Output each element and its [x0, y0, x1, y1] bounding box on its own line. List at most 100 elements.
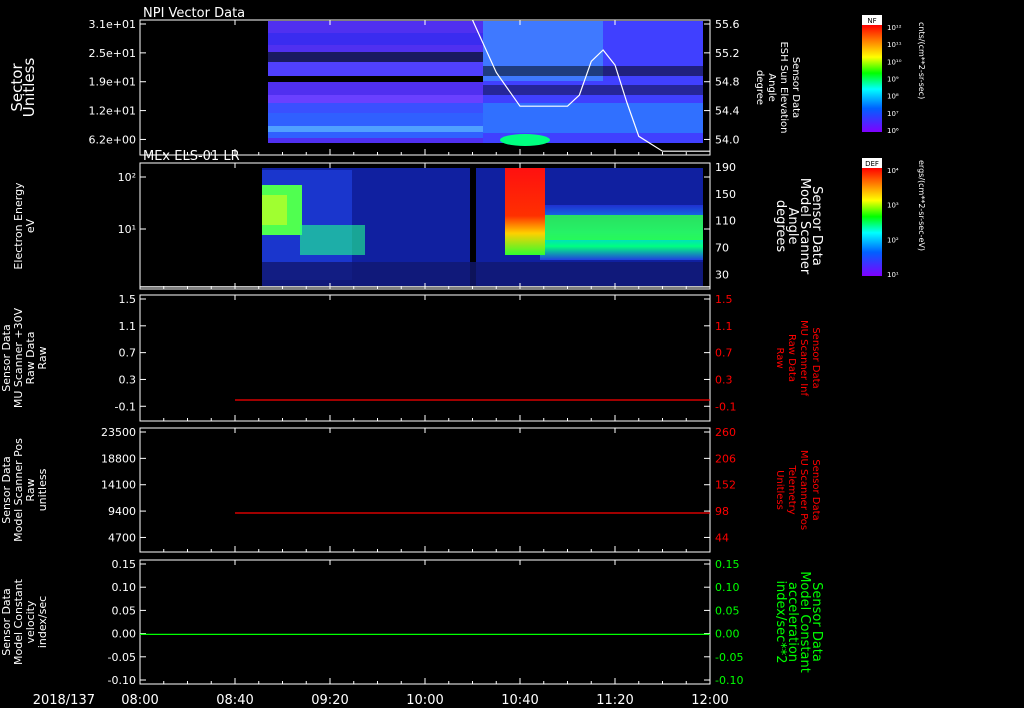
right-axis-label: Sensor DataModel ScannerAngledegrees — [773, 178, 824, 275]
right-axis-label-line: Sensor Data — [810, 327, 821, 388]
panel-frame — [139, 427, 711, 553]
panel-frame — [139, 294, 711, 422]
y-tick-label-right: 44 — [715, 531, 729, 544]
right-axis-label: Sensor DataMU Scanner PosTelemetryUnitle… — [774, 450, 821, 530]
left-axis-label: SectorUnitless — [8, 58, 38, 118]
y-tick-label-right: -0.05 — [715, 651, 743, 664]
y-tick-label-right: 0.7 — [715, 347, 733, 360]
y-tick-label-right: 1.1 — [715, 320, 733, 333]
x-tick-label: 10:40 — [501, 693, 538, 708]
x-tick-label: 08:40 — [216, 693, 253, 708]
date-label: 2018/137 — [33, 693, 95, 708]
panel-title: MEx ELS-01 LR — [143, 149, 240, 164]
y-tick-label-left: -0.1 — [115, 400, 136, 413]
y-tick-label-right: -0.10 — [715, 674, 743, 687]
y-tick-label-right: 30 — [715, 268, 729, 281]
colorbar-tick-label: 10¹ — [887, 271, 899, 279]
colorbar-tick-label: 10⁷ — [887, 110, 899, 118]
colorbar-tick-label: 10⁴ — [887, 167, 899, 175]
colorbar-tick-label: 10³ — [887, 202, 899, 210]
left-axis-label-line: eV — [24, 218, 37, 233]
x-tick-label: 08:00 — [121, 693, 158, 708]
y-tick-label-right: 98 — [715, 505, 729, 518]
colorbar-def-unit: ergs/(cm**2-sr-sec-eV) — [917, 160, 926, 251]
y-tick-label-left: 9400 — [108, 505, 136, 518]
panel-title: NPI Vector Data — [143, 6, 245, 21]
y-tick-label-left: 4700 — [108, 531, 136, 544]
x-tick-label: 09:20 — [311, 693, 348, 708]
colorbar-nf-tag: NF — [867, 17, 876, 25]
y-tick-label-left: 3.1e+01 — [89, 18, 136, 31]
y-tick-label-right: 0.00 — [715, 628, 740, 641]
right-axis-label: Sensor DataMU Scanner InfRaw DataRaw — [774, 320, 821, 397]
x-tick-label: 12:00 — [691, 693, 728, 708]
left-axis-label: Sensor DataMU Scanner +30VRaw DataRaw — [0, 307, 49, 408]
y-tick-label-left: 0.15 — [112, 558, 137, 571]
right-axis-label-line: Raw Data — [786, 334, 797, 382]
y-tick-label-left: 1.9e+01 — [89, 76, 136, 89]
y-tick-label-right: 55.2 — [715, 47, 740, 60]
y-tick-label-left: 6.2e+00 — [89, 133, 136, 146]
right-axis-label-line: Telemetry — [786, 464, 797, 514]
y-tick-label-right: -0.1 — [715, 400, 736, 413]
left-axis-label: Electron EnergyeV — [12, 182, 37, 270]
left-axis-label: Sensor DataModel Constantvelocityindex/s… — [0, 578, 49, 665]
y-tick-label-right: 206 — [715, 452, 736, 465]
colorbar-tick-label: 10⁸ — [887, 93, 899, 101]
panel-frame — [139, 559, 711, 685]
y-tick-label-right: 150 — [715, 188, 736, 201]
y-tick-label-left: 1.1 — [119, 320, 137, 333]
y-tick-label-right: 54.0 — [715, 133, 740, 146]
y-tick-label-left: 0.05 — [112, 604, 137, 617]
colorbar-tick-label: 10¹¹ — [887, 41, 902, 49]
colorbar-def: DEF ergs/(cm**2-sr-sec-eV) — [862, 158, 926, 276]
y-tick-label-left: -0.10 — [108, 674, 136, 687]
right-axis-label-line: degrees — [773, 200, 788, 253]
plot-figure: NPI Vector Data 3.1e+01 2.5e+01 1.9e+01 1.2e… — [0, 6, 926, 708]
left-axis-label-line: Raw — [36, 346, 49, 369]
colorbar-tick-label: 10¹⁰ — [887, 58, 902, 66]
left-axis-label-line: Unitless — [20, 58, 38, 118]
y-tick-label-left: 10¹ — [118, 223, 136, 236]
els-heatmap — [262, 168, 703, 286]
y-tick-label-left: 10² — [118, 171, 136, 184]
y-tick-label-right: 0.15 — [715, 558, 740, 571]
y-tick-label-left: 2.5e+01 — [89, 47, 136, 60]
y-tick-label-left: 1.5 — [119, 293, 137, 306]
x-tick-label: 11:20 — [596, 693, 633, 708]
colorbar-nf-unit: cnts/(cm**2-sr-sec) — [917, 22, 926, 99]
right-axis-label-line: Sensor Data — [810, 459, 821, 520]
y-tick-label-right: 190 — [715, 161, 736, 174]
x-tick-label: 10:00 — [406, 693, 443, 708]
y-tick-label-left: 1.2e+01 — [89, 105, 136, 118]
right-axis-label-line: index/sec**2 — [773, 580, 788, 663]
npi-heatmap — [268, 21, 703, 146]
right-axis-label-line: ESH Sun Elevation — [778, 41, 789, 133]
colorbar-tick-label: 10⁶ — [887, 127, 899, 135]
y-tick-label-left: 18800 — [101, 452, 136, 465]
y-tick-label-right: 0.10 — [715, 581, 740, 594]
y-tick-label-right: 260 — [715, 426, 736, 439]
right-axis-label-line: degree — [754, 70, 765, 105]
right-axis-label-line: Raw — [774, 347, 785, 368]
left-axis-label-line: unitless — [36, 468, 49, 511]
colorbar-tick-label: 10² — [887, 236, 899, 244]
left-axis-label: Sensor DataModel Scanner PosRawunitless — [0, 438, 49, 542]
right-axis-label-line: Unitless — [774, 470, 785, 510]
right-axis-label-line: Angle — [766, 73, 777, 101]
y-tick-label-right: 70 — [715, 241, 729, 254]
y-tick-label-right: 54.4 — [715, 105, 740, 118]
colorbar-def-tag: DEF — [865, 160, 879, 168]
right-axis-label: Sensor DataModel Constantaccelerationind… — [773, 571, 824, 673]
y-tick-label-left: -0.05 — [108, 651, 136, 664]
y-tick-label-right: 0.05 — [715, 604, 740, 617]
y-tick-label-right: 54.8 — [715, 76, 740, 89]
y-tick-label-left: 0.7 — [119, 347, 137, 360]
y-tick-label-right: 152 — [715, 479, 736, 492]
left-axis-label-line: index/sec — [36, 596, 49, 648]
y-tick-label-right: 55.6 — [715, 18, 740, 31]
y-tick-label-right: 1.5 — [715, 293, 733, 306]
colorbar-tick-label: 10¹² — [887, 24, 902, 32]
y-tick-label-left: 0.3 — [119, 373, 137, 386]
right-axis-label-line: Sensor Data — [790, 57, 801, 118]
